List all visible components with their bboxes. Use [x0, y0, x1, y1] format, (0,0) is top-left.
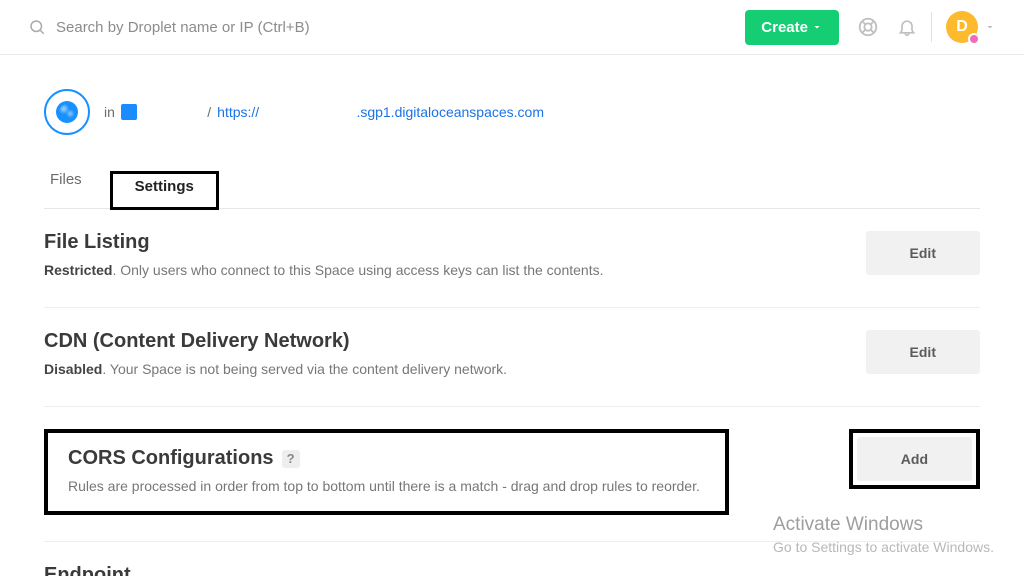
bell-icon[interactable]	[897, 17, 917, 37]
tabs: Files Settings	[44, 171, 980, 209]
create-button[interactable]: Create	[745, 10, 839, 45]
avatar[interactable]: D	[946, 11, 978, 43]
cdn-desc: Disabled. Your Space is not being served…	[44, 359, 836, 380]
project-icon	[121, 104, 137, 120]
breadcrumb-in: in	[104, 104, 115, 120]
search-icon	[28, 18, 46, 36]
file-listing-title: File Listing	[44, 231, 836, 254]
cors-add-button[interactable]: Add	[857, 437, 972, 481]
project-link[interactable]	[143, 104, 201, 120]
search-input[interactable]	[54, 18, 374, 37]
search-wrap	[28, 18, 374, 37]
cdn-edit-button[interactable]: Edit	[866, 330, 980, 374]
tab-settings-highlight: Settings	[110, 171, 219, 210]
endpoint-title: Endpoint	[44, 564, 950, 576]
topbar-divider	[931, 12, 932, 42]
cdn-title: CDN (Content Delivery Network)	[44, 330, 836, 353]
chevron-down-icon	[811, 21, 823, 33]
cors-desc: Rules are processed in order from top to…	[68, 476, 705, 497]
cors-title: CORS Configurations ?	[68, 447, 705, 470]
help-lifesaver-icon[interactable]	[857, 16, 879, 38]
create-label: Create	[761, 19, 808, 36]
windows-watermark: Activate Windows Go to Settings to activ…	[773, 513, 994, 556]
tab-settings[interactable]: Settings	[131, 178, 198, 195]
space-url-link[interactable]: https:// .sgp1.digitaloceanspaces.com	[217, 104, 544, 120]
cors-add-highlight: Add	[849, 429, 980, 489]
tab-files[interactable]: Files	[46, 171, 86, 208]
help-icon[interactable]: ?	[282, 450, 300, 468]
space-icon	[44, 89, 90, 135]
avatar-letter: D	[956, 18, 968, 36]
cors-highlight: CORS Configurations ? Rules are processe…	[44, 429, 729, 515]
breadcrumb-slash: /	[207, 104, 211, 120]
file-listing-desc: Restricted. Only users who connect to th…	[44, 260, 836, 281]
file-listing-edit-button[interactable]: Edit	[866, 231, 980, 275]
notification-dot-icon	[968, 33, 980, 45]
breadcrumb: in / https:// .sgp1.digitaloceanspaces.c…	[104, 104, 544, 120]
chevron-down-icon[interactable]	[984, 21, 996, 33]
